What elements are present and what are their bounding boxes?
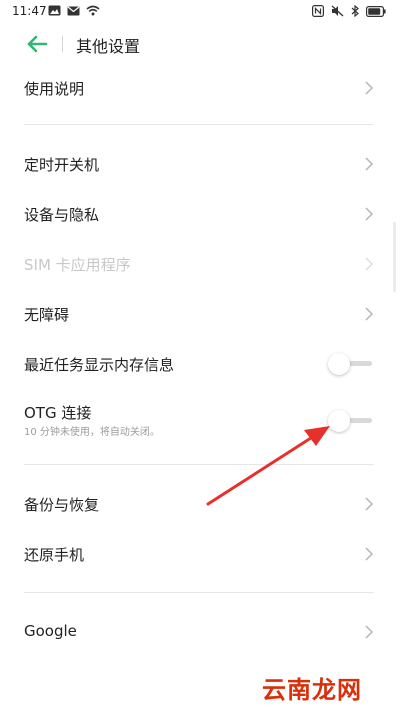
setting-item-scheduled-power[interactable]: 定时开关机 — [0, 144, 400, 184]
page-title: 其他设置 — [76, 37, 141, 56]
setting-item-google[interactable]: Google — [0, 612, 400, 652]
section-divider — [24, 124, 374, 125]
setting-item-label: 定时开关机 — [24, 156, 100, 174]
chevron-right-icon — [364, 546, 374, 562]
setting-item-label: 最近任务显示内存信息 — [24, 356, 175, 374]
setting-item-recent-tasks-memory: 最近任务显示内存信息 — [0, 344, 400, 384]
scrollbar[interactable] — [393, 222, 396, 292]
status-bar: 11:47 — [0, 0, 400, 24]
bluetooth-icon — [351, 5, 359, 17]
setting-item-label: 使用说明 — [24, 80, 85, 98]
section-divider — [24, 592, 374, 593]
setting-item-label: 备份与恢复 — [24, 496, 100, 514]
setting-item-subtitle: 10 分钟未使用，将自动关闭。 — [24, 427, 160, 438]
header-divider — [62, 36, 63, 52]
chevron-right-icon — [364, 496, 374, 512]
toggle-knob — [328, 353, 350, 375]
status-time: 11:47 — [12, 4, 47, 18]
image-icon — [48, 5, 61, 16]
setting-item-device-privacy[interactable]: 设备与隐私 — [0, 194, 400, 234]
setting-item-label: 无障碍 — [24, 306, 70, 324]
toggle-knob — [328, 410, 350, 432]
setting-item-backup-restore[interactable]: 备份与恢复 — [0, 484, 400, 524]
wifi-icon — [86, 5, 100, 16]
section-divider — [24, 464, 374, 465]
chevron-right-icon — [364, 624, 374, 640]
chevron-right-icon — [364, 206, 374, 222]
mute-icon — [331, 5, 344, 17]
setting-item-reset-phone[interactable]: 还原手机 — [0, 534, 400, 574]
setting-item-accessibility[interactable]: 无障碍 — [0, 294, 400, 334]
nfc-icon — [312, 5, 324, 17]
chevron-right-icon — [364, 156, 374, 172]
mail-icon — [67, 6, 80, 16]
otg-toggle[interactable] — [328, 410, 374, 432]
battery-icon — [366, 5, 386, 17]
setting-item-label: SIM 卡应用程序 — [24, 256, 131, 274]
setting-item-label: 设备与隐私 — [24, 206, 100, 224]
chevron-right-icon — [364, 80, 374, 96]
back-arrow-icon — [24, 34, 50, 54]
chevron-right-icon — [364, 306, 374, 322]
chevron-right-icon — [364, 256, 374, 272]
setting-item-otg: OTG 连接 10 分钟未使用，将自动关闭。 — [0, 394, 400, 448]
back-button[interactable] — [24, 34, 50, 54]
setting-item-sim-apps: SIM 卡应用程序 — [0, 244, 400, 284]
setting-item-label: OTG 连接 — [24, 404, 92, 422]
app-header: 其他设置 — [0, 24, 400, 64]
setting-item-label: 还原手机 — [24, 546, 85, 564]
setting-item-user-guide[interactable]: 使用说明 — [0, 68, 400, 108]
setting-item-label: Google — [24, 622, 77, 640]
watermark-logo: 云南龙网 — [262, 676, 362, 704]
memory-info-toggle[interactable] — [328, 353, 374, 375]
